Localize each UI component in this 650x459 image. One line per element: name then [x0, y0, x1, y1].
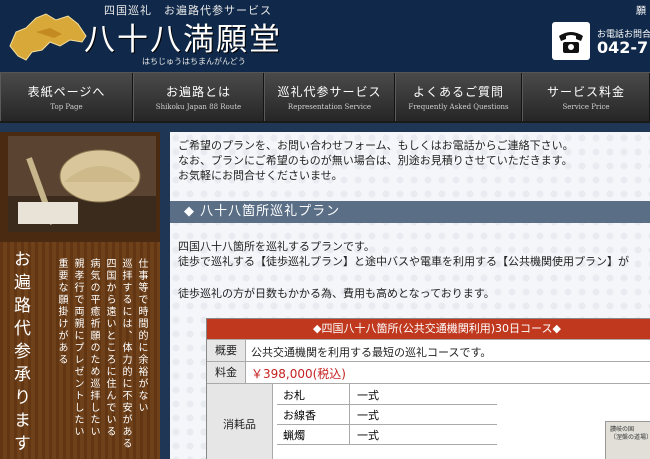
summary-value: 公共交通機関を利用する最短の巡礼コースです。	[251, 346, 492, 359]
plan-note-line: 徒歩巡礼の方が日数もかかる為、費用も高めとなっております。	[178, 287, 495, 300]
site-title-ruby: はちじゅうはちまんがんどう	[142, 57, 246, 66]
supply-item: お線香 一式	[277, 404, 497, 425]
sidebar-reason: 重要な願掛けがある	[56, 258, 67, 366]
supply-qty: 一式	[357, 409, 379, 422]
course-supplies-row: 消耗品 お札 一式 お線香 一式 蝋燭 一式	[207, 383, 650, 459]
intro-text: ご希望のプランを、お問い合わせフォーム、もしくはお電話からご連絡下さい。 なお、…	[178, 138, 574, 183]
main-nav: 表紙ページへ Top Page お遍路とは Shikoku Japan 88 R…	[0, 72, 650, 123]
nav-sublabel: Service Price	[562, 103, 610, 111]
header-top-right-text: 願	[636, 6, 646, 17]
nav-label: 表紙ページへ	[27, 85, 106, 99]
section-heading: ◆ 八十八箇所巡礼プラン	[170, 201, 650, 223]
course-summary-row: 概要 公共交通機関を利用する最短の巡礼コースです。	[207, 339, 650, 362]
plan-note: 徒歩巡礼の方が日数もかかる為、費用も高めとなっております。	[178, 286, 495, 301]
nav-label: よくあるご質問	[412, 85, 504, 99]
supply-item: 蝋燭 一式	[277, 424, 497, 445]
sidebar-reason: 仕事等で時間的に余裕がない	[136, 258, 147, 414]
phone-icon	[552, 22, 590, 60]
site-title[interactable]: 八十八満願堂	[84, 14, 282, 59]
intro-line: ご希望のプランを、お問い合わせフォーム、もしくはお電話からご連絡下さい。	[178, 139, 574, 152]
supply-name: 蝋燭	[283, 429, 305, 442]
nav-sublabel: Frequently Asked Questions	[408, 103, 509, 111]
plan-description: 四国八十八箇所を巡礼するプランです。 徒歩で巡礼する【徒歩巡礼プラン】と途中バス…	[178, 239, 629, 269]
sidebar: お遍路代参承ります 仕事等で時間的に余裕がない 巡拝するには、体力的に不安がある…	[0, 132, 160, 459]
supply-item: お札 一式	[277, 384, 497, 405]
nav-item-faq[interactable]: よくあるご質問 Frequently Asked Questions	[395, 73, 522, 121]
course-price-row: 料金 ￥398,000(税込)	[207, 361, 650, 384]
intro-line: なお、プランにご希望のものが無い場合は、別途お見積りさせていただきます。	[178, 154, 573, 167]
supply-name: お札	[283, 389, 305, 402]
plan-desc-line: 四国八十八箇所を巡礼するプランです。	[178, 240, 375, 253]
supply-name: お線香	[283, 409, 316, 422]
price-label: 料金	[207, 362, 246, 384]
sidebar-reason: 巡拝するには、体力的に不安がある	[120, 258, 131, 450]
nav-item-about-henro[interactable]: お遍路とは Shikoku Japan 88 Route	[133, 73, 264, 121]
nav-item-top-page[interactable]: 表紙ページへ Top Page	[0, 73, 133, 121]
nav-label: サービス料金	[546, 85, 625, 99]
map-caption: 讃岐の国 〔涅槃の道場〕	[610, 426, 650, 441]
site-header: 四国巡礼 お遍路代参サービス 八十八満願堂 はちじゅうはちまんがんどう お電話お…	[0, 0, 650, 72]
nav-sublabel: Shikoku Japan 88 Route	[155, 103, 242, 111]
nav-item-price[interactable]: サービス料金 Service Price	[522, 73, 650, 121]
sidebar-reason: 四国から遠いところに住んでいる	[104, 258, 115, 438]
supply-qty: 一式	[357, 429, 379, 442]
nav-label: 巡礼代参サービス	[277, 85, 382, 99]
main-content: ご希望のプランを、お問い合わせフォーム、もしくはお電話からご連絡下さい。 なお、…	[170, 132, 650, 459]
summary-label: 概要	[207, 340, 246, 362]
plan-desc-line: 徒歩で巡礼する【徒歩巡礼プラン】と途中バスや電車を利用する【公共機関使用プラン】…	[178, 255, 629, 268]
nav-item-service[interactable]: 巡礼代参サービス Representation Service	[264, 73, 395, 121]
intro-line: お気軽にお問合せくださいませ。	[178, 169, 343, 182]
sidebar-reason: 親孝行で両親にプレゼントしたい	[72, 258, 83, 438]
sidebar-reason: 病気の平癒祈願のため巡拝したい	[88, 258, 99, 438]
course-title: ◆四国八十八箇所(公共交通機関利用)30日コース◆	[207, 319, 650, 339]
nav-label: お遍路とは	[165, 85, 231, 99]
pilgrim-hat-photo	[8, 136, 156, 232]
phone-number[interactable]: 042-7	[597, 38, 648, 57]
course-table: ◆四国八十八箇所(公共交通機関利用)30日コース◆ 概要 公共交通機関を利用する…	[206, 318, 650, 459]
supply-qty: 一式	[357, 389, 379, 402]
shikoku-map-logo[interactable]	[6, 6, 92, 64]
sidebar-title: お遍路代参承ります	[10, 250, 30, 457]
route-map-thumbnail[interactable]: 讃岐の国 〔涅槃の道場〕	[605, 421, 650, 459]
nav-sublabel: Top Page	[50, 103, 83, 111]
nav-sublabel: Representation Service	[287, 103, 372, 111]
price-value: ￥398,000(税込)	[251, 367, 346, 381]
supplies-label: 消耗品	[207, 384, 273, 459]
